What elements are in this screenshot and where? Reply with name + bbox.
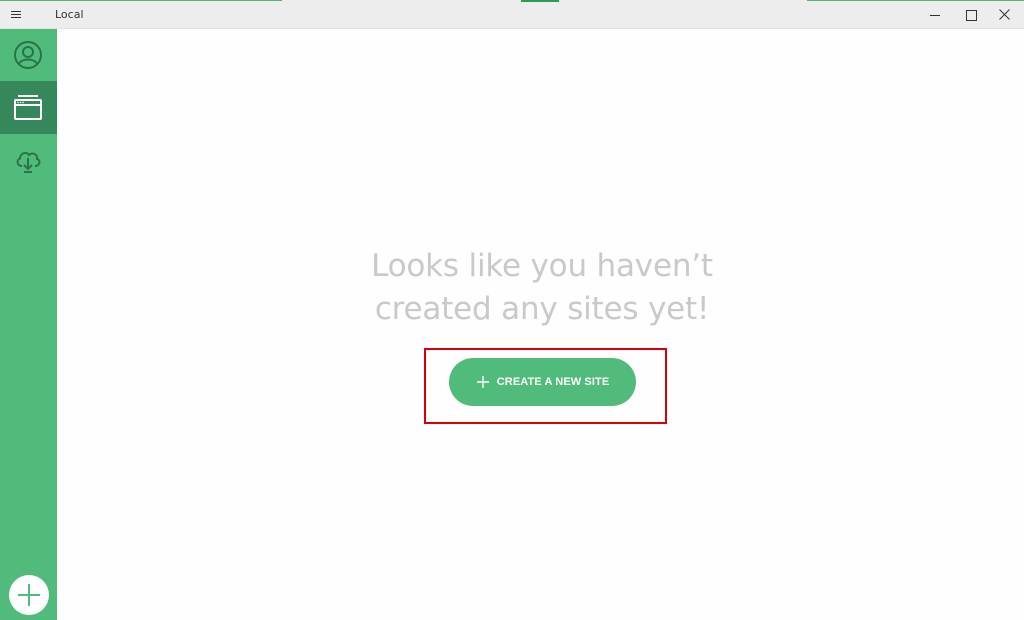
maximize-icon[interactable]	[952, 0, 990, 29]
sidebar	[0, 29, 57, 620]
title-bar-accent-left	[0, 0, 282, 1]
title-bar: Local	[0, 0, 1024, 29]
sidebar-item-connect[interactable]	[0, 134, 57, 187]
create-new-site-label: CREATE A NEW SITE	[496, 376, 610, 388]
title-bar-accent-mid	[521, 0, 559, 2]
app-title: Local	[55, 8, 84, 21]
empty-state-heading-line2: created any sites yet!	[374, 291, 710, 327]
empty-state-heading-line1: Looks like you haven’t	[371, 248, 713, 284]
sidebar-item-profile[interactable]	[0, 29, 57, 82]
cloud-download-icon	[16, 151, 41, 173]
user-circle-icon	[14, 41, 42, 69]
sidebar-item-sites[interactable]	[0, 81, 57, 134]
hamburger-icon[interactable]	[9, 8, 27, 22]
add-site-button[interactable]	[9, 575, 49, 615]
main-content: Looks like you haven’t created any sites…	[57, 29, 1024, 620]
close-icon[interactable]	[986, 0, 1024, 29]
plus-icon	[18, 584, 40, 606]
create-new-site-button[interactable]: CREATE A NEW SITE	[449, 358, 636, 406]
browser-window-icon	[14, 95, 42, 120]
plus-icon	[476, 376, 489, 388]
minimize-icon[interactable]	[916, 0, 954, 29]
